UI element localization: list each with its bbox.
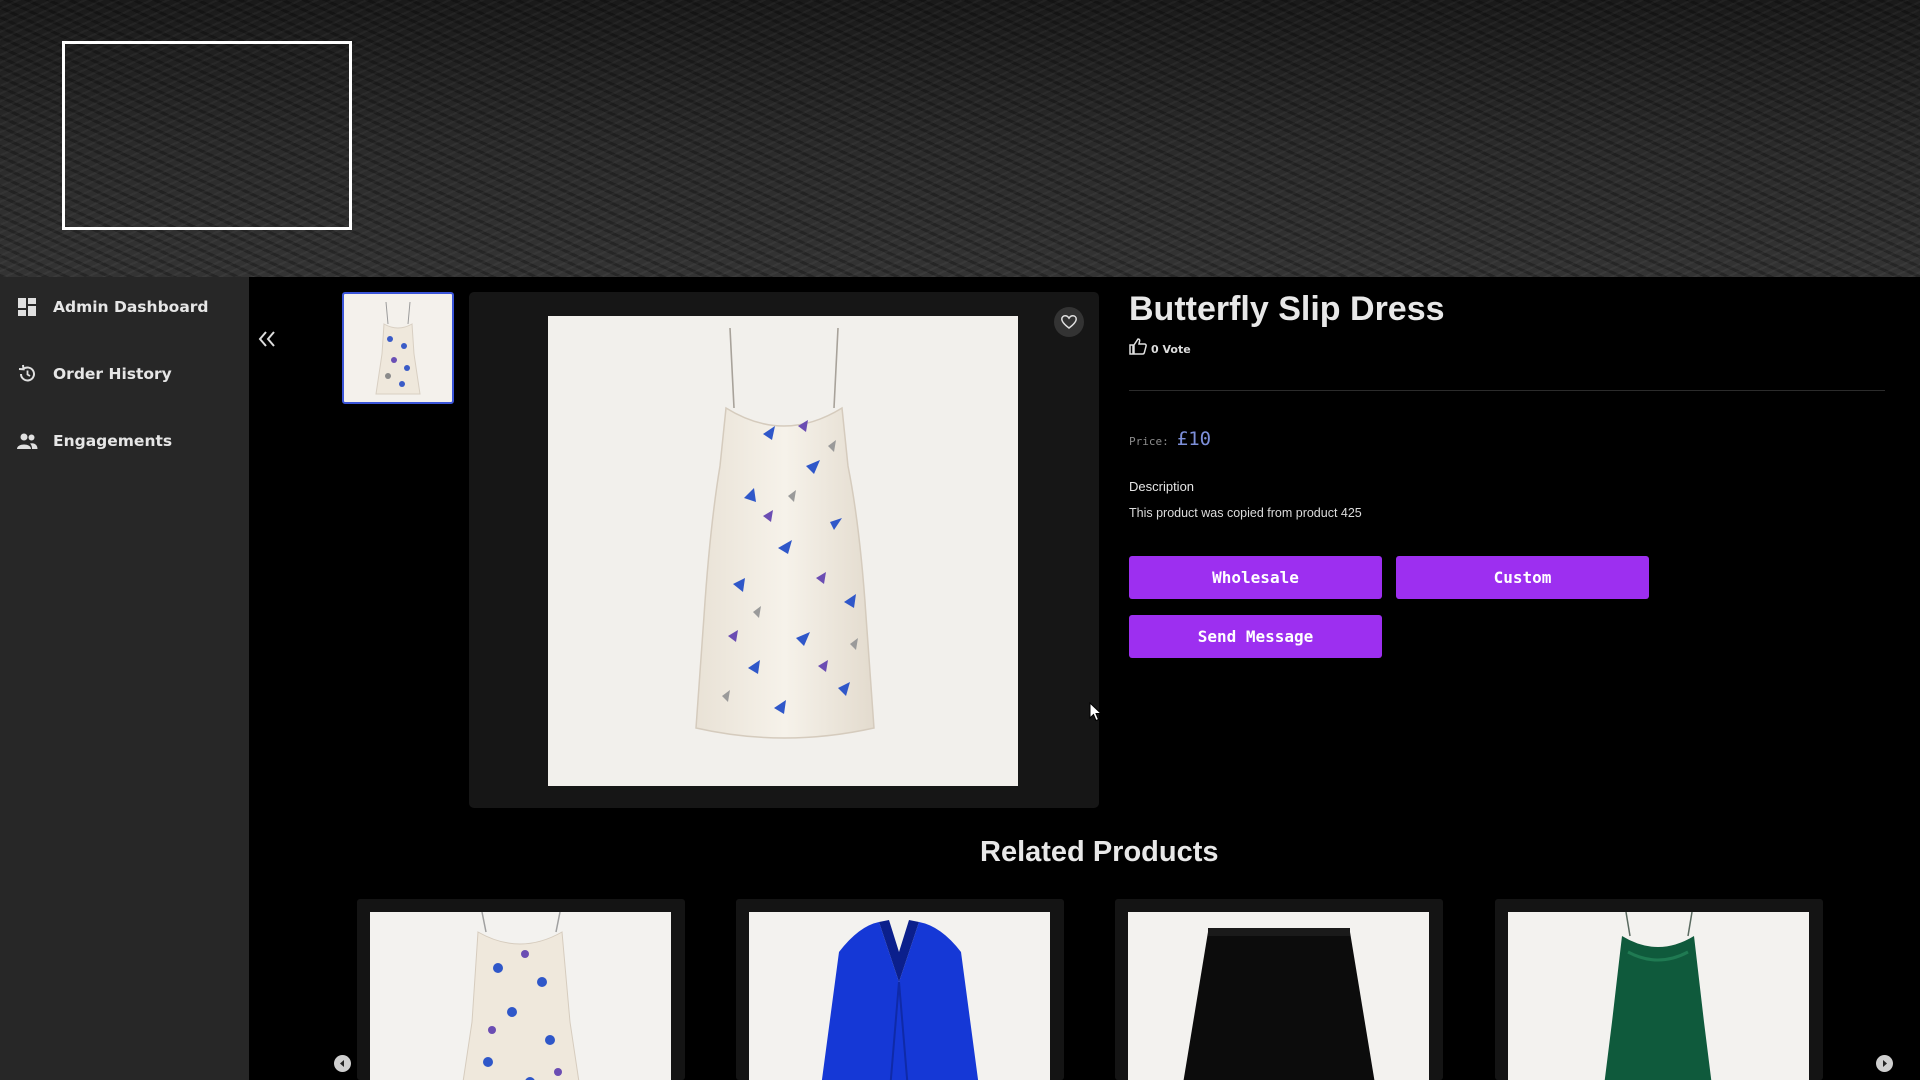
logo-placeholder[interactable] <box>62 41 352 230</box>
divider <box>1129 390 1885 391</box>
main-image-panel <box>469 292 1099 808</box>
related-product-card[interactable] <box>357 899 685 1080</box>
description-text: This product was copied from product 425 <box>1129 506 1362 520</box>
related-product-image <box>1128 912 1429 1080</box>
product-title: Butterfly Slip Dress <box>1129 290 1445 328</box>
price-value: £10 <box>1176 428 1212 450</box>
related-product-image <box>749 912 1050 1080</box>
price-row: Price: £10 <box>1129 428 1211 450</box>
dashboard-icon <box>16 296 38 318</box>
carousel-prev-icon[interactable] <box>334 1055 351 1072</box>
related-product-image <box>370 912 671 1080</box>
related-product-card[interactable] <box>736 899 1064 1080</box>
related-product-card[interactable] <box>1495 899 1823 1080</box>
header-banner <box>0 0 1920 277</box>
related-product-card[interactable] <box>1115 899 1443 1080</box>
sidebar-item-label: Engagements <box>53 432 173 450</box>
sidebar-item-engagements[interactable]: Engagements <box>0 419 249 463</box>
description-label: Description <box>1129 479 1195 494</box>
people-icon <box>16 430 38 452</box>
sidebar-item-admin-dashboard[interactable]: Admin Dashboard <box>0 285 249 329</box>
collapse-sidebar-icon[interactable] <box>256 328 278 350</box>
history-icon <box>16 363 38 385</box>
product-thumbnail[interactable] <box>342 292 454 404</box>
send-message-button[interactable]: Send Message <box>1129 615 1382 658</box>
carousel-next-icon[interactable] <box>1876 1055 1893 1072</box>
thumbs-up-icon[interactable] <box>1129 338 1147 360</box>
dress-image <box>375 301 421 395</box>
sidebar: Admin Dashboard Order History Engagement… <box>0 277 249 1080</box>
mouse-cursor-icon <box>1089 701 1103 727</box>
sidebar-item-label: Order History <box>53 365 172 383</box>
related-products-title: Related Products <box>980 836 1219 868</box>
sidebar-item-order-history[interactable]: Order History <box>0 352 249 396</box>
vote-count: 0 Vote <box>1151 342 1191 356</box>
custom-button[interactable]: Custom <box>1396 556 1649 599</box>
dress-image <box>695 327 875 739</box>
wholesale-button[interactable]: Wholesale <box>1129 556 1382 599</box>
product-image[interactable] <box>548 316 1018 786</box>
vote-row: 0 Vote <box>1129 338 1191 360</box>
price-label: Price: <box>1129 435 1169 448</box>
related-product-image <box>1508 912 1809 1080</box>
favorite-heart-icon[interactable] <box>1054 307 1084 337</box>
sidebar-item-label: Admin Dashboard <box>53 298 209 316</box>
